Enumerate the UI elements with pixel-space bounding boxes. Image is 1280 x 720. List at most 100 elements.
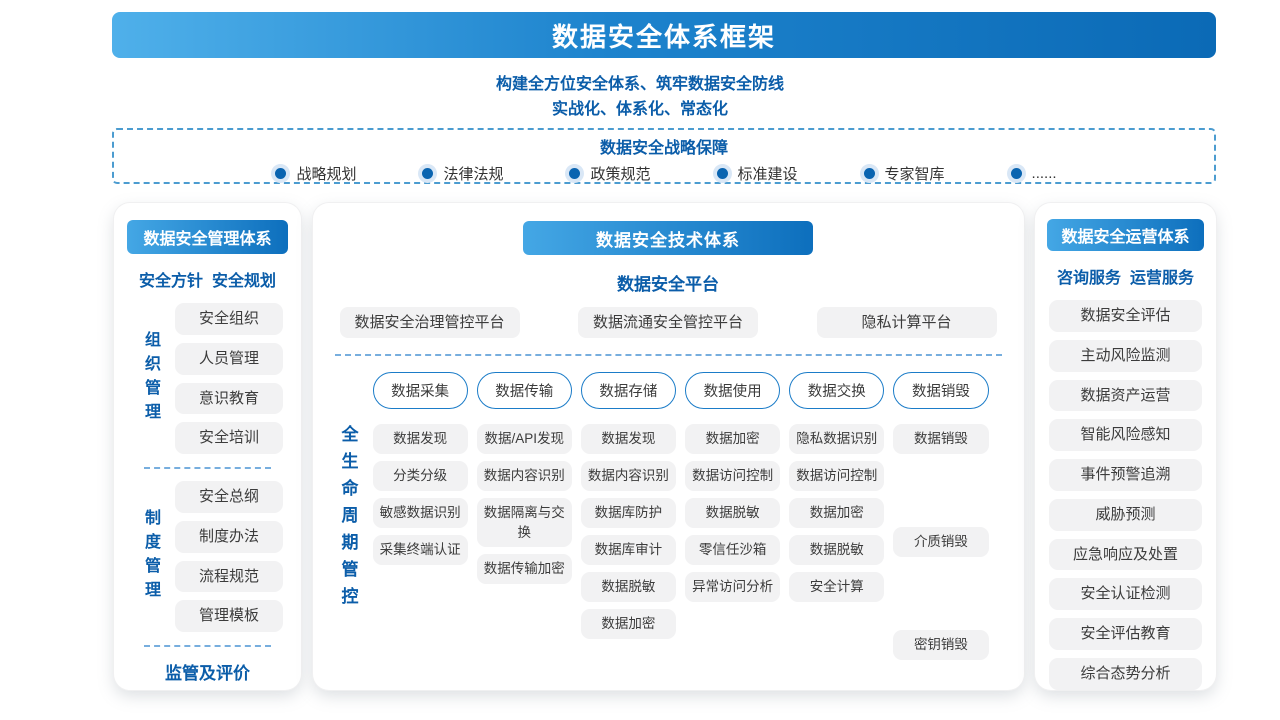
bullet-icon [569, 168, 580, 179]
management-system-card: 数据安全管理体系 安全方针 安全规划 组织管理 安全组织人员管理意识教育安全培训… [114, 203, 301, 690]
operation-item: 数据安全评估 [1049, 300, 1202, 332]
operation-subheader: 咨询服务 运营服务 [1047, 264, 1204, 288]
bullet-icon [422, 168, 433, 179]
operation-item: 威胁预测 [1049, 499, 1202, 531]
strategy-item-label: 法律法规 [443, 163, 503, 184]
management-item: 制度办法 [175, 521, 283, 553]
operation-item: 综合态势分析 [1049, 658, 1202, 690]
strategy-item-label: 标准建设 [738, 163, 798, 184]
operation-item: 应急响应及处置 [1049, 539, 1202, 571]
stage-item: 数据/API发现 [477, 424, 572, 454]
management-item: 人员管理 [175, 343, 283, 375]
strategy-item: 专家智库 [860, 163, 945, 184]
operation-item: 主动风险监测 [1049, 340, 1202, 372]
strategy-title: 数据安全战略保障 [114, 134, 1214, 158]
stage-item: 数据加密 [789, 498, 884, 528]
bullet-icon [1011, 168, 1022, 179]
dashed-divider [144, 467, 271, 469]
organization-management-items: 安全组织人员管理意识教育安全培训 [175, 303, 283, 454]
page-title: 数据安全体系框架 [552, 17, 776, 54]
strategy-item: 战略规划 [271, 163, 356, 184]
stage-item: 数据销毁 [893, 424, 988, 454]
stage-pill: 数据交换 [789, 372, 884, 409]
operation-item: 安全认证检测 [1049, 578, 1202, 610]
bullet-icon [717, 168, 728, 179]
strategy-item: 标准建设 [713, 163, 798, 184]
operation-item: 事件预警追溯 [1049, 459, 1202, 491]
lifecycle-stage-column: 数据销毁数据销毁介质销毁密钥销毁 [893, 372, 988, 660]
stage-item: 数据加密 [581, 609, 676, 639]
stage-item: 介质销毁 [893, 527, 988, 557]
management-item: 安全总纲 [175, 481, 283, 513]
platform-pill: 隐私计算平台 [817, 307, 997, 338]
strategy-items: 战略规划 法律法规 政策规范 标准建设 专家智库...... [114, 163, 1214, 184]
subtitle-line-1: 构建全方位安全体系、筑牢数据安全防线 [0, 72, 1280, 97]
data-security-framework-diagram: 数据安全体系框架 构建全方位安全体系、筑牢数据安全防线 实战化、体系化、常态化 … [0, 0, 1280, 720]
stage-pill: 数据采集 [373, 372, 468, 409]
management-item: 安全组织 [175, 303, 283, 335]
stage-item: 数据内容识别 [581, 461, 676, 491]
technology-header: 数据安全技术体系 [523, 221, 813, 255]
subtitle-line-2: 实战化、体系化、常态化 [0, 97, 1280, 122]
lifecycle-label: 全生命周期管控 [336, 425, 361, 660]
stage-item: 数据库防护 [581, 498, 676, 528]
organization-management-group: 组织管理 安全组织人员管理意识教育安全培训 [138, 303, 283, 454]
stage-item: 数据库审计 [581, 535, 676, 565]
stage-item: 数据访问控制 [789, 461, 884, 491]
stage-items: 数据销毁介质销毁密钥销毁 [893, 424, 988, 660]
operation-header: 数据安全运营体系 [1047, 219, 1204, 251]
platform-pill: 数据安全治理管控平台 [340, 307, 520, 338]
platform-row: 数据安全治理管控平台 数据流通安全管控平台 隐私计算平台 [340, 307, 997, 338]
strategy-item-label: 专家智库 [885, 163, 945, 184]
lifecycle-stage-column: 数据传输数据/API发现数据内容识别数据隔离与交换数据传输加密 [477, 372, 572, 660]
strategy-item-label: 政策规范 [590, 163, 650, 184]
strategy-guarantee-box: 数据安全战略保障 战略规划 法律法规 政策规范 标准建设 专家智库...... [112, 128, 1216, 184]
stage-item: 数据加密 [685, 424, 780, 454]
lifecycle-stage-column: 数据使用数据加密数据访问控制数据脱敏零信任沙箱异常访问分析 [685, 372, 780, 660]
operation-items: 数据安全评估主动风险监测数据资产运营智能风险感知事件预警追溯威胁预测应急响应及处… [1049, 300, 1202, 690]
lifecycle-stages: 数据采集数据发现分类分级敏感数据识别采集终端认证数据传输数据/API发现数据内容… [373, 372, 989, 660]
bullet-icon [275, 168, 286, 179]
stage-items: 数据发现分类分级敏感数据识别采集终端认证 [373, 424, 468, 660]
strategy-item: ...... [1007, 165, 1057, 182]
subtitle-block: 构建全方位安全体系、筑牢数据安全防线 实战化、体系化、常态化 [0, 72, 1280, 122]
supervision-evaluation-label: 监管及评价 [124, 659, 291, 684]
policy-management-items: 安全总纲制度办法流程规范管理模板 [175, 481, 283, 632]
strategy-item-label: ...... [1032, 165, 1057, 182]
bullet-icon [864, 168, 875, 179]
stage-pill: 数据销毁 [893, 372, 988, 409]
lifecycle-stage-column: 数据存储数据发现数据内容识别数据库防护数据库审计数据脱敏数据加密 [581, 372, 676, 660]
operation-system-card: 数据安全运营体系 咨询服务 运营服务 数据安全评估主动风险监测数据资产运营智能风… [1035, 203, 1216, 690]
management-item: 流程规范 [175, 561, 283, 593]
policy-management-group: 制度管理 安全总纲制度办法流程规范管理模板 [138, 481, 283, 632]
lifecycle-section: 全生命周期管控 数据采集数据发现分类分级敏感数据识别采集终端认证数据传输数据/A… [336, 372, 989, 660]
dashed-divider [335, 354, 1002, 356]
lifecycle-stage-column: 数据交换隐私数据识别数据访问控制数据加密数据脱敏安全计算 [789, 372, 884, 660]
stage-item: 数据传输加密 [477, 554, 572, 584]
stage-item: 数据访问控制 [685, 461, 780, 491]
stage-item: 数据脱敏 [581, 572, 676, 602]
stage-item: 安全计算 [789, 572, 884, 602]
stage-items: 数据/API发现数据内容识别数据隔离与交换数据传输加密 [477, 424, 572, 660]
management-item: 意识教育 [175, 383, 283, 415]
operation-item: 智能风险感知 [1049, 419, 1202, 451]
platform-pill: 数据流通安全管控平台 [578, 307, 758, 338]
stage-item: 采集终端认证 [373, 535, 468, 565]
stage-items: 隐私数据识别数据访问控制数据加密数据脱敏安全计算 [789, 424, 884, 660]
organization-management-label: 组织管理 [138, 331, 162, 427]
title-banner: 数据安全体系框架 [112, 12, 1216, 58]
strategy-item: 法律法规 [418, 163, 503, 184]
management-header: 数据安全管理体系 [127, 220, 288, 254]
strategy-item: 政策规范 [565, 163, 650, 184]
stage-items: 数据发现数据内容识别数据库防护数据库审计数据脱敏数据加密 [581, 424, 676, 660]
framework-columns: 数据安全管理体系 安全方针 安全规划 组织管理 安全组织人员管理意识教育安全培训… [114, 203, 1216, 690]
stage-item: 数据内容识别 [477, 461, 572, 491]
stage-item: 数据脱敏 [685, 498, 780, 528]
stage-item: 敏感数据识别 [373, 498, 468, 528]
policy-management-label: 制度管理 [138, 509, 162, 605]
stage-item: 异常访问分析 [685, 572, 780, 602]
stage-item: 数据发现 [581, 424, 676, 454]
management-item: 管理模板 [175, 600, 283, 632]
operation-item: 数据资产运营 [1049, 380, 1202, 412]
lifecycle-stage-column: 数据采集数据发现分类分级敏感数据识别采集终端认证 [373, 372, 468, 660]
